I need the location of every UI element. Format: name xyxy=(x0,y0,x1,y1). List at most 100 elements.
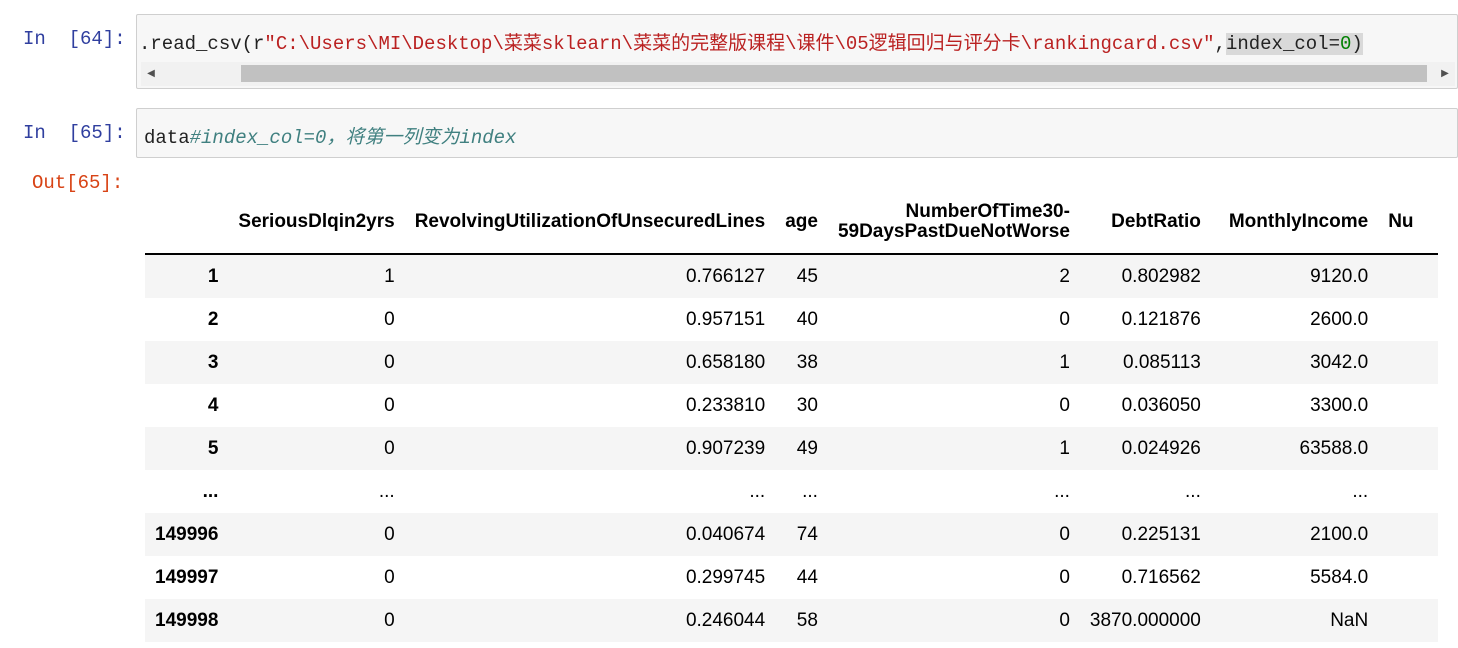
table-cell: 0.036050 xyxy=(1121,394,1201,416)
code-comment: #index_col=0，将第一列变为index xyxy=(189,127,517,149)
table-cell: 2 xyxy=(1059,265,1070,287)
table-cell: 0.085113 xyxy=(1123,351,1201,373)
table-cell: 0 xyxy=(1059,523,1070,545)
table-cell: 0.907239 xyxy=(685,437,766,459)
table-cell: 2600.0 xyxy=(1310,308,1369,330)
table-cell: 3042.0 xyxy=(1310,351,1369,373)
table-cell: ... xyxy=(1054,480,1070,502)
table-cell: 0 xyxy=(384,308,395,330)
table-row: 149998 0 0.246044 58 0 3870.000000 NaN xyxy=(145,599,1439,642)
table-row: 149997 0 0.299745 44 0 0.716562 5584.0 xyxy=(145,556,1439,599)
code-read-csv: .read_csv(r xyxy=(139,33,265,55)
table-cell xyxy=(1378,513,1438,556)
table-cell: 0 xyxy=(384,609,395,631)
table-cell: 3870.000000 xyxy=(1089,609,1201,631)
table-cell: 0 xyxy=(1059,394,1070,416)
table-cell: 5584.0 xyxy=(1310,566,1369,588)
table-cell: 38 xyxy=(796,351,818,373)
row-index: ... xyxy=(202,480,219,502)
table-cell: 1 xyxy=(1059,437,1070,459)
cell-65-input[interactable]: data#index_col=0，将第一列变为index xyxy=(136,108,1458,158)
table-header-row: SeriousDlqin2yrs RevolvingUtilizationOfU… xyxy=(145,190,1439,255)
table-cell: 58 xyxy=(796,609,818,631)
table-cell: 0 xyxy=(384,566,395,588)
row-index: 5 xyxy=(207,437,219,459)
table-cell: 0.040674 xyxy=(685,523,766,545)
table-cell xyxy=(1378,341,1438,384)
table-cell xyxy=(1378,556,1438,599)
code-close-paren: ) xyxy=(1351,33,1363,55)
row-index: 4 xyxy=(207,394,219,416)
scroll-right-arrow-icon[interactable]: ▶ xyxy=(1437,62,1453,86)
table-cell: 74 xyxy=(796,523,818,545)
table-cell xyxy=(1378,254,1438,298)
scrollbar-thumb[interactable] xyxy=(241,65,1427,82)
table-cell: 0 xyxy=(384,437,395,459)
cell-64-prompt: In [64]: xyxy=(23,28,126,50)
table-cell: 1 xyxy=(1059,351,1070,373)
table-cell: 3300.0 xyxy=(1310,394,1369,416)
table-cell: 0 xyxy=(1059,308,1070,330)
table-cell xyxy=(1378,384,1438,427)
table-cell: 1 xyxy=(384,265,395,287)
row-index: 149996 xyxy=(155,523,219,545)
row-index: 3 xyxy=(207,351,219,373)
dataframe-table: SeriousDlqin2yrs RevolvingUtilizationOfU… xyxy=(145,190,1439,642)
column-header: MonthlyIncome xyxy=(1210,190,1379,255)
table-row: 3 0 0.658180 38 1 0.085113 3042.0 xyxy=(145,341,1439,384)
table-row-ellipsis: ... ... ... ... ... ... ... xyxy=(145,470,1439,513)
table-row: 1 1 0.766127 45 2 0.802982 9120.0 xyxy=(145,254,1439,298)
table-cell: ... xyxy=(802,480,818,502)
table-cell: 30 xyxy=(796,394,818,416)
table-cell: 0.225131 xyxy=(1121,523,1201,545)
code-comma: , xyxy=(1214,33,1226,55)
table-cell: ... xyxy=(1352,480,1369,502)
table-cell: 0.957151 xyxy=(685,308,766,330)
column-header: age xyxy=(775,190,828,255)
row-index: 2 xyxy=(207,308,219,330)
table-cell: 40 xyxy=(796,308,818,330)
cell-65-code[interactable]: data#index_col=0，将第一列变为index xyxy=(144,122,516,149)
table-cell: 0 xyxy=(384,394,395,416)
table-cell: 0 xyxy=(384,523,395,545)
code-index-col-keyword: index_col xyxy=(1225,33,1329,55)
output-area: SeriousDlqin2yrs RevolvingUtilizationOfU… xyxy=(145,190,1450,648)
table-cell: ... xyxy=(378,480,395,502)
code-index-col-value: 0 xyxy=(1339,33,1352,55)
table-cell xyxy=(1378,470,1438,513)
table-cell: NaN xyxy=(1330,609,1369,631)
cell-64-code[interactable]: .read_csv(r"C:\Users\MI\Desktop\菜菜sklear… xyxy=(139,28,1363,55)
table-row: 2 0 0.957151 40 0 0.121876 2600.0 xyxy=(145,298,1439,341)
cell-65-prompt: In [65]: xyxy=(23,122,126,144)
code-equals: = xyxy=(1328,33,1340,55)
table-cell: 0.233810 xyxy=(685,394,766,416)
column-header: DebtRatio xyxy=(1079,190,1211,255)
table-cell: 0 xyxy=(384,351,395,373)
table-cell: 44 xyxy=(796,566,818,588)
column-header: SeriousDlqin2yrs xyxy=(228,190,405,255)
table-row: 4 0 0.233810 30 0 0.036050 3300.0 xyxy=(145,384,1439,427)
table-row: 149996 0 0.040674 74 0 0.225131 2100.0 xyxy=(145,513,1439,556)
table-cell: 0.716562 xyxy=(1121,566,1201,588)
column-header: NumberOfTime30- 59DaysPastDueNotWorse xyxy=(827,190,1080,255)
table-cell: 0.024926 xyxy=(1121,437,1201,459)
table-cell: 0 xyxy=(1059,609,1070,631)
cell-65-output-prompt: Out[65]: xyxy=(32,172,124,194)
cell-64-horizontal-scrollbar[interactable]: ◀ ▶ xyxy=(141,62,1455,86)
row-index: 1 xyxy=(207,265,219,287)
table-cell xyxy=(1378,298,1438,341)
scroll-left-arrow-icon[interactable]: ◀ xyxy=(143,62,159,86)
table-cell: 0.658180 xyxy=(685,351,766,373)
table-cell xyxy=(1378,599,1438,642)
code-data-variable: data xyxy=(144,127,190,149)
table-cell: 0.246044 xyxy=(685,609,766,631)
table-row: 5 0 0.907239 49 1 0.024926 63588.0 xyxy=(145,427,1439,470)
table-cell: 0 xyxy=(1059,566,1070,588)
table-cell: 0.802982 xyxy=(1121,265,1201,287)
column-header-line: 59DaysPastDueNotWorse xyxy=(837,220,1070,242)
table-cell: 9120.0 xyxy=(1310,265,1369,287)
code-file-path-string: "C:\Users\MI\Desktop\菜菜sklearn\菜菜的完整版课程\… xyxy=(264,33,1215,55)
table-cell: ... xyxy=(749,480,766,502)
column-header: RevolvingUtilizationOfUnsecuredLines xyxy=(404,190,776,255)
table-cell: 63588.0 xyxy=(1299,437,1369,459)
